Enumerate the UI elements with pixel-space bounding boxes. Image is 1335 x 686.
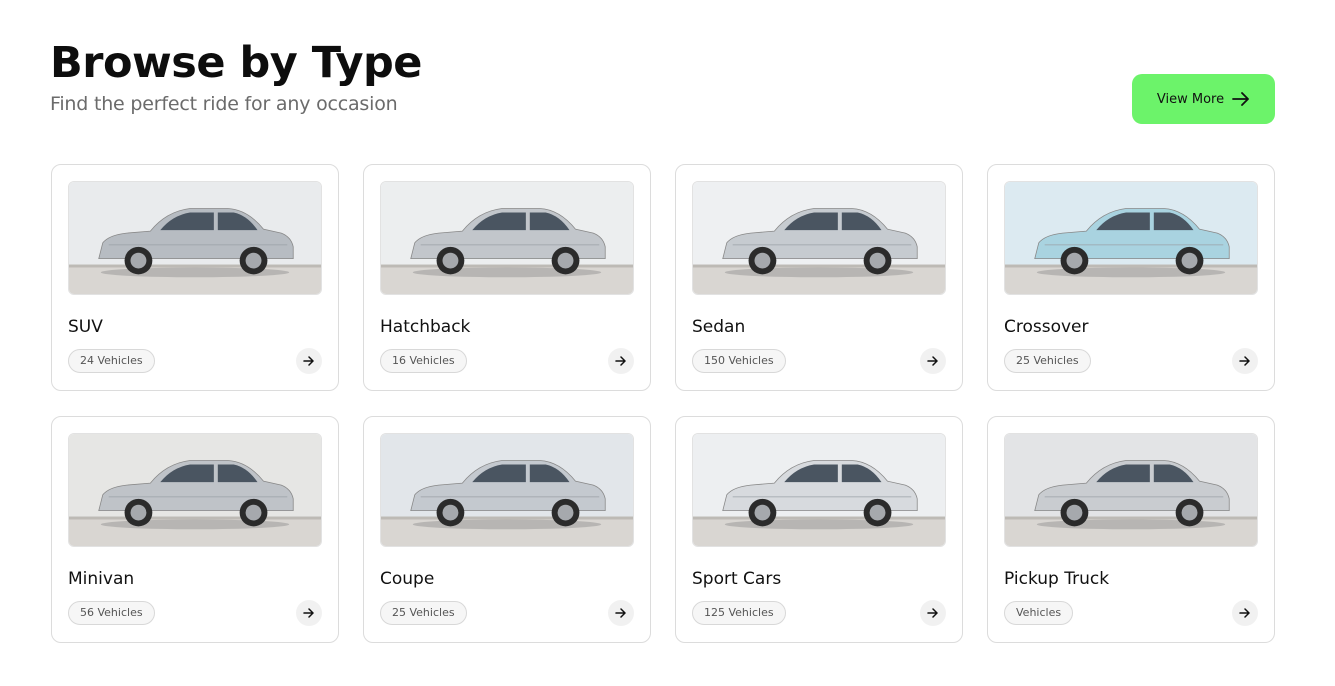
arrow-right-icon <box>615 356 626 366</box>
category-card-crossover[interactable]: Crossover 25 Vehicles <box>987 164 1275 391</box>
category-arrow-button[interactable] <box>608 348 634 374</box>
vehicle-image <box>380 433 634 547</box>
category-arrow-button[interactable] <box>920 600 946 626</box>
category-title: SUV <box>68 317 103 337</box>
category-card-hatchback[interactable]: Hatchback 16 Vehicles <box>363 164 651 391</box>
vehicle-count-badge: 16 Vehicles <box>380 349 467 373</box>
arrow-right-icon <box>1232 92 1250 106</box>
arrow-right-icon <box>1239 356 1250 366</box>
category-grid: SUV 24 Vehicles Hatchback 16 Vehicles Se… <box>51 164 1275 643</box>
view-more-button[interactable]: View More <box>1132 74 1275 124</box>
vehicle-image <box>692 433 946 547</box>
vehicle-count-badge: 25 Vehicles <box>380 601 467 625</box>
section-header: Browse by Type Find the perfect ride for… <box>50 38 422 115</box>
category-card-suv[interactable]: SUV 24 Vehicles <box>51 164 339 391</box>
arrow-right-icon <box>303 608 314 618</box>
vehicle-image <box>1004 181 1258 295</box>
vehicle-image <box>68 433 322 547</box>
category-card-pickup-truck[interactable]: Pickup Truck Vehicles <box>987 416 1275 643</box>
arrow-right-icon <box>1239 608 1250 618</box>
category-title: Hatchback <box>380 317 471 337</box>
arrow-right-icon <box>303 356 314 366</box>
page-subtitle: Find the perfect ride for any occasion <box>50 93 398 115</box>
category-arrow-button[interactable] <box>920 348 946 374</box>
category-arrow-button[interactable] <box>296 348 322 374</box>
vehicle-image <box>692 181 946 295</box>
category-arrow-button[interactable] <box>1232 348 1258 374</box>
category-title: Sedan <box>692 317 746 337</box>
vehicle-count-badge: 56 Vehicles <box>68 601 155 625</box>
vehicle-count-badge: 25 Vehicles <box>1004 349 1091 373</box>
category-title: Pickup Truck <box>1004 569 1110 589</box>
vehicle-count-badge: 24 Vehicles <box>68 349 155 373</box>
category-title: Coupe <box>380 569 435 589</box>
arrow-right-icon <box>927 608 938 618</box>
view-more-label: View More <box>1156 91 1225 107</box>
category-card-coupe[interactable]: Coupe 25 Vehicles <box>363 416 651 643</box>
category-arrow-button[interactable] <box>608 600 634 626</box>
vehicle-count-badge: 150 Vehicles <box>692 349 786 373</box>
category-arrow-button[interactable] <box>296 600 322 626</box>
vehicle-image <box>1004 433 1258 547</box>
category-card-sport-cars[interactable]: Sport Cars 125 Vehicles <box>675 416 963 643</box>
category-card-minivan[interactable]: Minivan 56 Vehicles <box>51 416 339 643</box>
vehicle-image <box>68 181 322 295</box>
page-title: Browse by Type <box>50 38 422 88</box>
category-card-sedan[interactable]: Sedan 150 Vehicles <box>675 164 963 391</box>
category-title: Sport Cars <box>692 569 782 589</box>
arrow-right-icon <box>927 356 938 366</box>
category-title: Crossover <box>1004 317 1089 337</box>
vehicle-count-badge: 125 Vehicles <box>692 601 786 625</box>
vehicle-count-badge: Vehicles <box>1004 601 1074 625</box>
vehicle-image <box>380 181 634 295</box>
category-title: Minivan <box>68 569 135 589</box>
arrow-right-icon <box>615 608 626 618</box>
category-arrow-button[interactable] <box>1232 600 1258 626</box>
